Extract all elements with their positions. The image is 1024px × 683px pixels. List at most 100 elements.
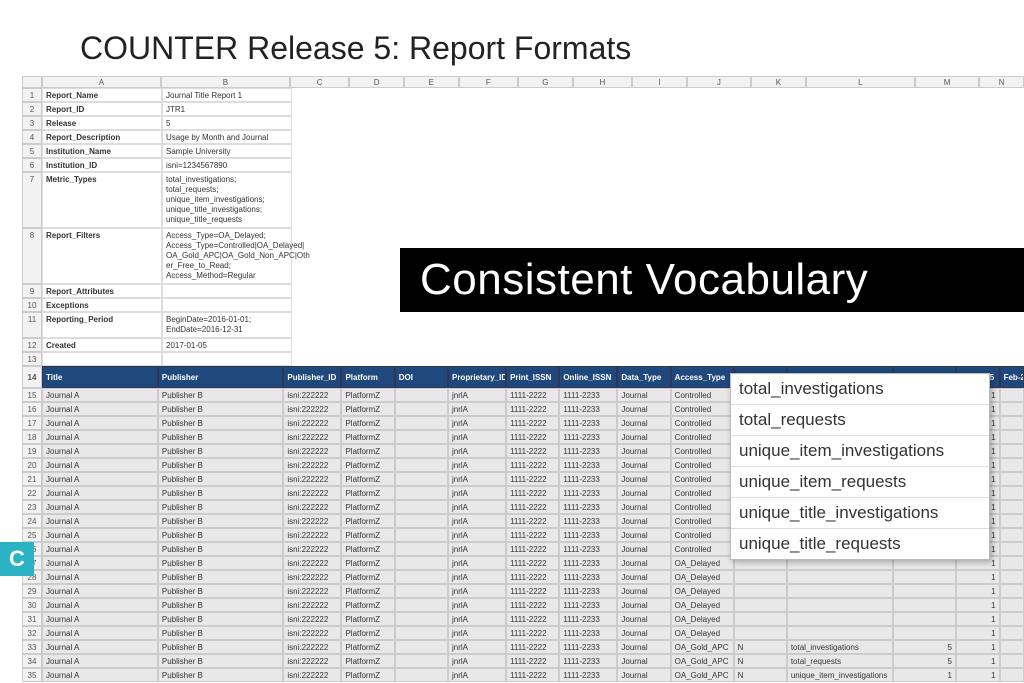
row-number: 24	[22, 514, 42, 528]
meta-value: Access_Type=OA_Delayed; Access_Type=Cont…	[162, 228, 292, 284]
vocab-item: total_investigations	[731, 374, 989, 405]
meta-key: Report_Filters	[42, 228, 162, 284]
row-number: 34	[22, 654, 42, 668]
meta-key: Created	[42, 338, 162, 352]
table-row: 35 Journal A Publisher B isni:222222 Pla…	[22, 668, 1024, 682]
col-header: J	[687, 76, 751, 88]
table-header: DOI	[395, 366, 448, 388]
vocab-item: total_requests	[731, 405, 989, 436]
table-header: Online_ISSN	[559, 366, 617, 388]
meta-value: Sample University	[162, 144, 292, 158]
meta-value: Usage by Month and Journal	[162, 130, 292, 144]
row-number: 17	[22, 416, 42, 430]
col-header: G	[518, 76, 573, 88]
row-number: 21	[22, 472, 42, 486]
col-header: D	[349, 76, 404, 88]
meta-value	[162, 352, 292, 366]
row-number: 35	[22, 668, 42, 682]
row-number: 1	[22, 88, 42, 102]
meta-key: Report_Attributes	[42, 284, 162, 298]
row-number: 16	[22, 402, 42, 416]
meta-key: Institution_Name	[42, 144, 162, 158]
meta-value: total_investigations; total_requests; un…	[162, 172, 292, 228]
meta-value: JTR1	[162, 102, 292, 116]
row-number: 10	[22, 298, 42, 312]
table-row: 31 Journal A Publisher B isni:222222 Pla…	[22, 612, 1024, 626]
col-header: I	[632, 76, 687, 88]
row-number: 25	[22, 528, 42, 542]
meta-key: Metric_Types	[42, 172, 162, 228]
vocab-item: unique_title_investigations	[731, 498, 989, 529]
row-number: 5	[22, 144, 42, 158]
row-number: 22	[22, 486, 42, 500]
col-header: N	[979, 76, 1024, 88]
table-header: Title	[42, 366, 158, 388]
table-header: Print_ISSN	[506, 366, 559, 388]
meta-key: Report_Name	[42, 88, 162, 102]
col-header: L	[806, 76, 915, 88]
row-number: 29	[22, 584, 42, 598]
row-number: 15	[22, 388, 42, 402]
meta-value: 2017-01-05	[162, 338, 292, 352]
meta-value: 5	[162, 116, 292, 130]
row-number: 2	[22, 102, 42, 116]
row-number: 11	[22, 312, 42, 338]
table-header: Data_Type	[617, 366, 670, 388]
col-header: M	[915, 76, 979, 88]
col-header: C	[290, 76, 350, 88]
meta-key: Exceptions	[42, 298, 162, 312]
row-number: 12	[22, 338, 42, 352]
meta-key: Release	[42, 116, 162, 130]
meta-key	[42, 352, 162, 366]
table-header: Access_Type	[671, 366, 734, 388]
row-number: 3	[22, 116, 42, 130]
row-number: 4	[22, 130, 42, 144]
meta-value: BeginDate=2016-01-01; EndDate=2016-12-31	[162, 312, 292, 338]
row-number: 6	[22, 158, 42, 172]
overlay-heading: Consistent Vocabulary	[400, 248, 1024, 312]
col-header: K	[751, 76, 806, 88]
vocab-item: unique_item_requests	[731, 467, 989, 498]
col-header: E	[404, 76, 459, 88]
row-number: 30	[22, 598, 42, 612]
meta-key: Institution_ID	[42, 158, 162, 172]
meta-value	[162, 284, 292, 298]
row-number: 32	[22, 626, 42, 640]
table-header: Proprietary_ID	[448, 366, 506, 388]
row-number: 23	[22, 500, 42, 514]
col-header: A	[42, 76, 161, 88]
col-header: F	[459, 76, 519, 88]
row-number: 9	[22, 284, 42, 298]
table-row: 32 Journal A Publisher B isni:222222 Pla…	[22, 626, 1024, 640]
row-number: 7	[22, 172, 42, 228]
meta-key: Report_ID	[42, 102, 162, 116]
counter-badge-icon: C	[0, 542, 34, 576]
meta-value	[162, 298, 292, 312]
vocabulary-popup: total_investigationstotal_requestsunique…	[730, 373, 990, 560]
table-header: Feb-2	[1000, 366, 1024, 388]
vocab-item: unique_title_requests	[731, 529, 989, 559]
slide-title: COUNTER Release 5: Report Formats	[80, 30, 631, 67]
row-number: 33	[22, 640, 42, 654]
col-header: B	[161, 76, 290, 88]
meta-value: isni=1234567890	[162, 158, 292, 172]
col-header: H	[573, 76, 633, 88]
meta-value: Journal Title Report 1	[162, 88, 292, 102]
row-number: 18	[22, 430, 42, 444]
table-header: Publisher	[158, 366, 284, 388]
row-number: 31	[22, 612, 42, 626]
table-row: 29 Journal A Publisher B isni:222222 Pla…	[22, 584, 1024, 598]
table-row: 33 Journal A Publisher B isni:222222 Pla…	[22, 640, 1024, 654]
row-number: 20	[22, 458, 42, 472]
row-number: 8	[22, 228, 42, 284]
table-row: 34 Journal A Publisher B isni:222222 Pla…	[22, 654, 1024, 668]
meta-key: Report_Description	[42, 130, 162, 144]
table-row: 30 Journal A Publisher B isni:222222 Pla…	[22, 598, 1024, 612]
row-number: 13	[22, 352, 42, 366]
row-number: 14	[22, 366, 42, 388]
table-header: Publisher_ID	[283, 366, 341, 388]
vocab-item: unique_item_investigations	[731, 436, 989, 467]
table-header: Platform	[341, 366, 394, 388]
meta-key: Reporting_Period	[42, 312, 162, 338]
row-number: 19	[22, 444, 42, 458]
